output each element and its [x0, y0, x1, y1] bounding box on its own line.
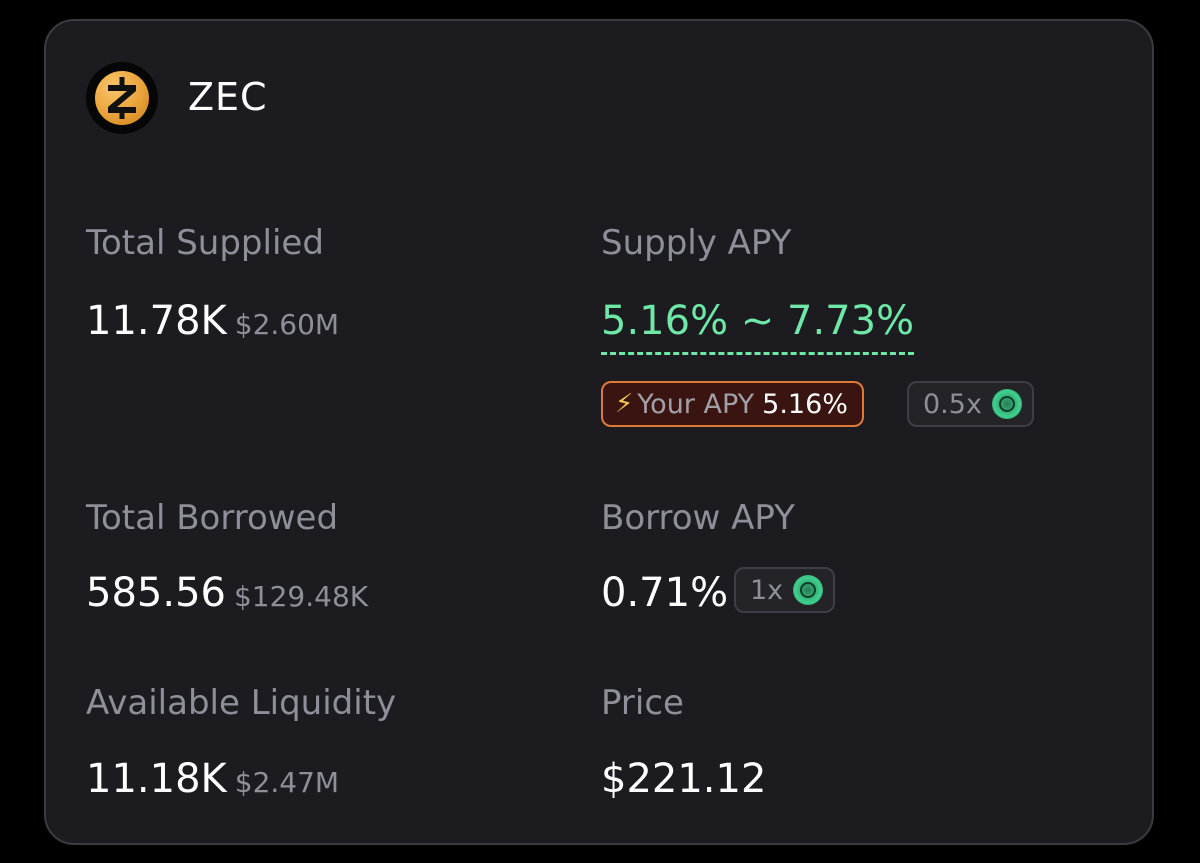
asset-card: ZEC Total Supplied 11.78K $2.60M Supply A…	[44, 19, 1154, 845]
supply-multiplier-badge[interactable]: 0.5x	[907, 381, 1034, 427]
total-supplied-value: 11.78K $2.60M	[86, 296, 339, 350]
lightning-icon: ⚡	[615, 389, 634, 419]
total-supplied-label: Total Supplied	[86, 223, 324, 263]
price-label: Price	[601, 683, 684, 723]
price-value: $221.12	[601, 756, 767, 802]
borrow-multiplier-badge[interactable]: 1x	[734, 567, 836, 613]
available-liquidity-amount: 11.18K	[86, 756, 227, 802]
available-liquidity-label: Available Liquidity	[86, 683, 397, 723]
your-apy-label: Your APY	[637, 388, 755, 420]
your-apy-badge[interactable]: ⚡ Your APY 5.16%	[601, 381, 864, 427]
total-borrowed-usd: $129.48K	[233, 580, 369, 613]
available-liquidity-value: 11.18K $2.47M	[86, 754, 339, 808]
total-supplied-amount: 11.78K	[86, 298, 227, 344]
available-liquidity-usd: $2.47M	[234, 766, 340, 799]
token-symbol: ZEC	[188, 75, 268, 119]
reward-token-icon	[793, 575, 824, 605]
supply-multiplier-value: 0.5x	[923, 388, 982, 420]
supply-apy-range[interactable]: 5.16% ~ 7.73%	[601, 296, 915, 355]
total-borrowed-value: 585.56 $129.48K	[86, 568, 368, 622]
zcash-logo-icon	[86, 62, 158, 134]
total-supplied-usd: $2.60M	[234, 308, 340, 341]
reward-token-icon	[991, 389, 1022, 419]
supply-apy-label: Supply APY	[601, 223, 792, 263]
total-borrowed-label: Total Borrowed	[86, 498, 339, 538]
borrow-apy-label: Borrow APY	[601, 498, 795, 538]
borrow-apy-value: 0.71%	[601, 570, 729, 616]
total-borrowed-amount: 585.56	[86, 570, 226, 616]
borrow-multiplier-value: 1x	[750, 574, 784, 606]
your-apy-value: 5.16%	[762, 388, 848, 420]
